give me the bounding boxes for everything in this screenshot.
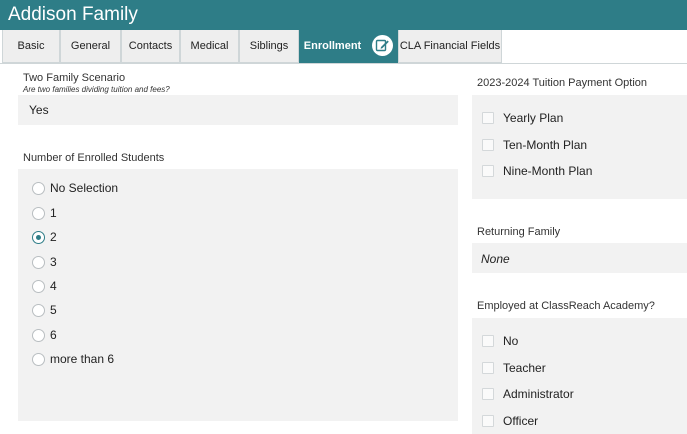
radio-label: 5 [50, 303, 57, 317]
checkbox[interactable] [482, 139, 494, 151]
checkbox-label: Administrator [503, 387, 574, 401]
radio-label: 1 [50, 206, 57, 220]
radio-label: No Selection [50, 181, 119, 195]
employed-label: Employed at ClassReach Academy? [477, 300, 655, 312]
tab-contacts[interactable]: Contacts [121, 30, 180, 63]
radio-label: 6 [50, 328, 57, 342]
checkbox-label: Teacher [503, 361, 546, 375]
edit-note-icon [372, 35, 393, 56]
returning-family-field[interactable]: None [472, 243, 687, 273]
radio-button[interactable] [32, 304, 45, 317]
window-title: Addison Family [0, 0, 687, 30]
tab-cla-financial-fields[interactable]: CLA Financial Fields [398, 30, 502, 63]
radio-label: 3 [50, 255, 57, 269]
radio-label: 4 [50, 279, 57, 293]
checkbox-label: Nine-Month Plan [503, 164, 593, 178]
two-family-help: Are two families dividing tuition and fe… [23, 85, 170, 94]
tuition-option-label: 2023-2024 Tuition Payment Option [477, 77, 648, 89]
enrolled-students-panel [18, 169, 458, 421]
two-family-value: Yes [29, 103, 49, 117]
radio-button[interactable] [32, 329, 45, 342]
tab-edit[interactable] [366, 30, 398, 63]
radio-button[interactable] [32, 256, 45, 269]
tab-bar: Basic General Contacts Medical Siblings … [0, 30, 687, 64]
checkbox-label: Officer [503, 414, 539, 428]
tab-medical[interactable]: Medical [180, 30, 239, 63]
checkbox[interactable] [482, 112, 494, 124]
returning-family-value: None [481, 252, 510, 266]
two-family-field[interactable]: Yes [18, 95, 458, 125]
checkbox[interactable] [482, 362, 494, 374]
tab-enrollment[interactable]: Enrollment [299, 30, 366, 63]
checkbox[interactable] [482, 415, 494, 427]
tab-general[interactable]: General [60, 30, 121, 63]
tab-siblings[interactable]: Siblings [239, 30, 299, 63]
radio-button[interactable] [32, 353, 45, 366]
radio-button[interactable] [32, 182, 45, 195]
tab-basic[interactable]: Basic [2, 30, 60, 63]
checkbox-label: No [503, 334, 519, 348]
radio-button[interactable] [32, 280, 45, 293]
two-family-label: Two Family Scenario [23, 72, 126, 84]
radio-label: 2 [50, 230, 57, 244]
checkbox[interactable] [482, 388, 494, 400]
radio-button-selected[interactable] [32, 231, 45, 244]
radio-label: more than 6 [50, 352, 115, 366]
returning-family-label: Returning Family [477, 226, 561, 238]
enrolled-students-label: Number of Enrolled Students [23, 152, 165, 164]
checkbox-label: Yearly Plan [503, 111, 564, 125]
checkbox-label: Ten-Month Plan [503, 138, 588, 152]
radio-button[interactable] [32, 207, 45, 220]
checkbox[interactable] [482, 165, 494, 177]
checkbox[interactable] [482, 335, 494, 347]
